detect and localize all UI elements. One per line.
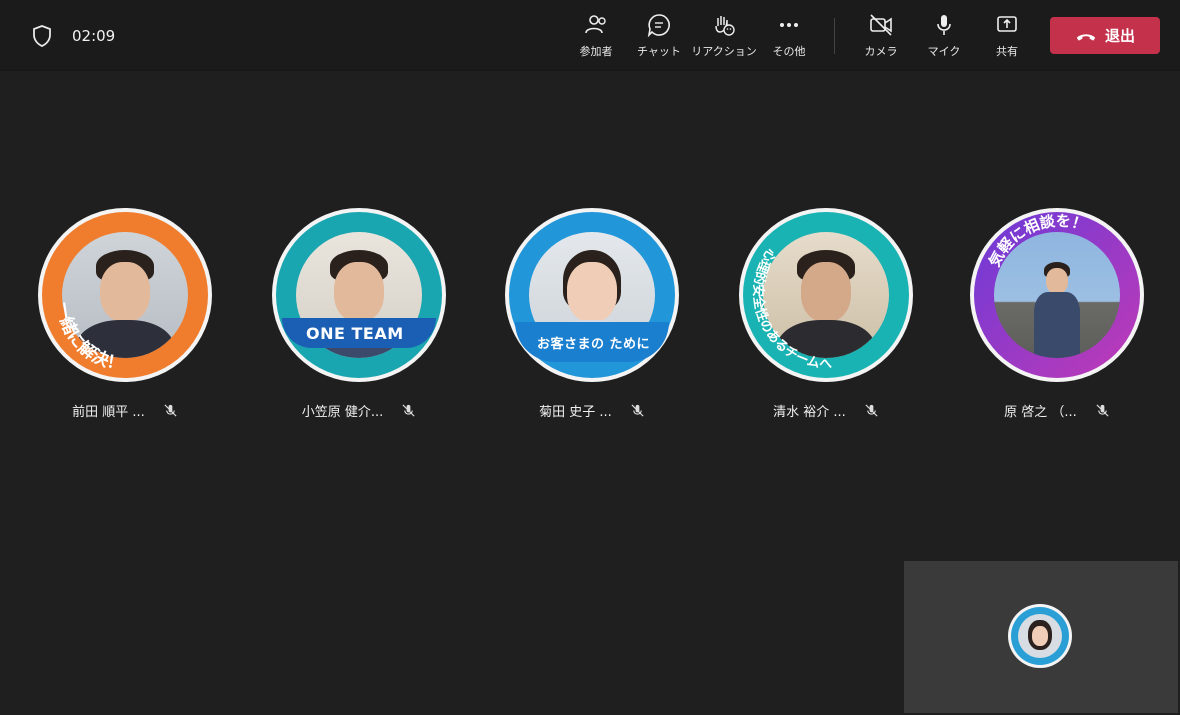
svg-text:心理的安全性のあるチームへ: 心理的安全性のあるチームへ xyxy=(750,246,833,373)
participant-tile[interactable]: 気軽に相談を！ 原 啓之 （... xyxy=(968,208,1146,420)
share-button[interactable]: 共有 xyxy=(972,12,1042,62)
participant-tile[interactable]: お客さまの ために 菊田 史子 ... xyxy=(503,208,681,420)
hang-up-icon xyxy=(1076,33,1096,41)
people-icon xyxy=(585,15,606,34)
mic-off-icon xyxy=(630,403,645,418)
meeting-timer: 02:09 xyxy=(72,27,116,45)
reactions-button[interactable]: リアクション xyxy=(689,12,759,62)
frame-caption: お客さまの ために xyxy=(537,336,651,352)
leave-label: 退出 xyxy=(1104,27,1135,45)
chat-label: チャット xyxy=(637,45,681,58)
mic-button[interactable]: マイク xyxy=(909,12,979,62)
mic-off-icon xyxy=(163,403,178,418)
participants-label: 参加者 xyxy=(579,45,613,58)
mic-label: マイク xyxy=(927,45,961,58)
participant-name: 菊田 史子 ... xyxy=(539,405,612,420)
avatar-frame-text: 心理的安全性のあるチームへ xyxy=(750,246,833,373)
frame-caption: ONE TEAM xyxy=(306,323,404,343)
participant-name: 原 啓之 （... xyxy=(1004,405,1077,420)
participant-tile[interactable]: 心理的安全性のあるチームへ 清水 裕介 ... xyxy=(737,208,915,420)
chat-icon xyxy=(647,14,670,38)
frame-caption: 心理的安全性のあるチームへ xyxy=(750,246,833,373)
frame-banner: お客さまの ために xyxy=(515,322,669,362)
frame-caption: 一緒に解決！ xyxy=(53,301,126,375)
chat-button[interactable]: チャット xyxy=(624,12,694,62)
svg-text:一緒に解決！: 一緒に解決！ xyxy=(53,301,126,375)
meeting-toolbar: 02:09 参加者 チャット リアクション その他 カメラ マイク 共有 退出 xyxy=(0,0,1180,71)
camera-button[interactable]: カメラ xyxy=(846,12,916,62)
share-screen-icon xyxy=(997,16,1017,32)
self-avatar xyxy=(1008,604,1072,668)
self-view-panel[interactable] xyxy=(904,561,1178,713)
avatar: 気軽に相談を！ xyxy=(970,208,1144,382)
leave-button[interactable]: 退出 xyxy=(1050,17,1160,54)
microphone-icon xyxy=(937,15,951,35)
more-label: その他 xyxy=(772,45,806,58)
avatar: 一緒に解決！ xyxy=(38,208,212,382)
participants-button[interactable]: 参加者 xyxy=(561,12,631,62)
camera-off-icon xyxy=(870,14,892,36)
raise-hand-icon xyxy=(715,16,735,36)
shield-icon xyxy=(33,25,51,47)
more-icon xyxy=(780,23,798,27)
more-button[interactable]: その他 xyxy=(754,12,824,62)
frame-caption: 気軽に相談を！ xyxy=(985,212,1089,270)
participant-name: 小笠原 健介... xyxy=(301,405,384,420)
svg-text:気軽に相談を！: 気軽に相談を！ xyxy=(985,212,1089,270)
camera-label: カメラ xyxy=(864,45,898,58)
share-label: 共有 xyxy=(996,45,1018,58)
participant-tile[interactable]: ONE TEAM 小笠原 健介... xyxy=(270,208,448,420)
avatar: ONE TEAM xyxy=(272,208,446,382)
avatar-frame-text: 気軽に相談を！ xyxy=(985,212,1089,270)
participant-name: 清水 裕介 ... xyxy=(773,405,846,420)
participant-tile[interactable]: 一緒に解決！ 前田 順平 ... xyxy=(36,208,214,420)
participant-name: 前田 順平 ... xyxy=(72,405,145,420)
mic-off-icon xyxy=(864,403,879,418)
avatar: 心理的安全性のあるチームへ xyxy=(739,208,913,382)
reactions-label: リアクション xyxy=(691,45,757,58)
toolbar-divider xyxy=(834,18,835,54)
mic-off-icon xyxy=(1095,403,1110,418)
frame-banner: ONE TEAM xyxy=(282,318,436,348)
avatar-frame-text: 一緒に解決！ xyxy=(53,301,126,375)
avatar: お客さまの ために xyxy=(505,208,679,382)
mic-off-icon xyxy=(401,403,416,418)
